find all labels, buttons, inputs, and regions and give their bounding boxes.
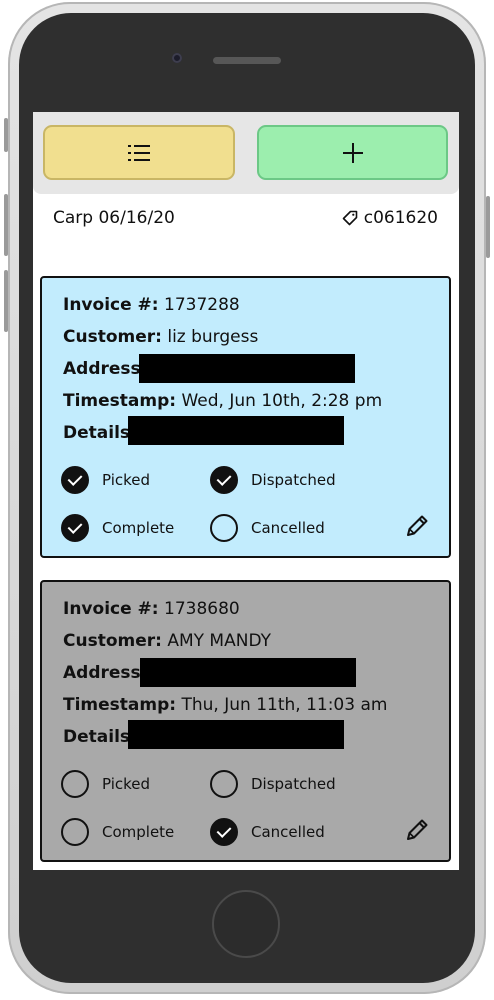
complete-radio[interactable]: Complete — [61, 818, 174, 846]
plus-icon — [342, 142, 363, 163]
timestamp-value: Wed, Jun 10th, 2:28 pm — [181, 391, 383, 411]
address-redacted — [140, 658, 356, 687]
earpiece-speaker — [213, 57, 281, 64]
invoice-number-row: Invoice #: 1737288 — [63, 295, 240, 315]
address-row: Address: — [63, 359, 147, 379]
complete-radio[interactable]: Complete — [61, 514, 174, 542]
volume-down-button — [4, 270, 8, 332]
address-redacted — [139, 354, 355, 383]
customer-name: AMY MANDY — [167, 631, 271, 651]
customer-row: Customer: liz burgess — [63, 327, 258, 347]
dispatched-radio[interactable]: Dispatched — [210, 770, 336, 798]
timestamp-row: Timestamp: Thu, Jun 11th, 11:03 am — [63, 695, 387, 715]
tag-icon — [342, 210, 358, 226]
complete-unchecked-icon — [61, 818, 89, 846]
details-redacted — [128, 416, 344, 445]
address-label: Address: — [63, 663, 148, 683]
invoice-number-row: Invoice #: 1738680 — [63, 599, 240, 619]
customer-row: Customer: AMY MANDY — [63, 631, 271, 651]
app-screen: Carp 06/16/20 c061620 Invoice #: 1737288… — [33, 112, 459, 870]
batch-tag[interactable]: c061620 — [342, 208, 438, 228]
picked-radio[interactable]: Picked — [61, 770, 150, 798]
cancelled-radio[interactable]: Cancelled — [210, 514, 325, 542]
picked-label: Picked — [102, 775, 151, 793]
complete-label: Complete — [102, 519, 175, 537]
address-label: Address: — [63, 359, 148, 379]
invoice-number: 1738680 — [164, 599, 240, 619]
customer-label: Customer: — [63, 631, 162, 651]
timestamp-label: Timestamp: — [63, 391, 177, 411]
list-icon — [128, 144, 150, 161]
complete-label: Complete — [102, 823, 175, 841]
invoice-number: 1737288 — [164, 295, 240, 315]
invoice-card[interactable]: Invoice #: 1737288 Customer: liz burgess… — [40, 276, 451, 558]
picked-checked-icon — [61, 466, 89, 494]
cancelled-unchecked-icon — [210, 514, 238, 542]
dispatched-checked-icon — [210, 466, 238, 494]
batch-title: Carp 06/16/20 — [53, 208, 175, 228]
details-label: Details: — [63, 423, 137, 443]
toolbar — [33, 112, 459, 194]
picked-label: Picked — [102, 471, 151, 489]
details-label: Details: — [63, 727, 137, 747]
add-invoice-button[interactable] — [257, 125, 448, 180]
details-row: Details: — [63, 423, 137, 443]
timestamp-label: Timestamp: — [63, 695, 177, 715]
invoice-card[interactable]: Invoice #: 1738680 Customer: AMY MANDY A… — [40, 580, 451, 862]
invoice-label: Invoice #: — [63, 599, 159, 619]
silent-switch — [4, 118, 8, 152]
customer-label: Customer: — [63, 327, 162, 347]
timestamp-row: Timestamp: Wed, Jun 10th, 2:28 pm — [63, 391, 382, 411]
picked-unchecked-icon — [61, 770, 89, 798]
dispatched-label: Dispatched — [251, 471, 336, 489]
home-button[interactable] — [212, 890, 280, 958]
cancelled-checked-icon — [210, 818, 238, 846]
customer-name: liz burgess — [167, 327, 259, 347]
batch-header: Carp 06/16/20 c061620 — [33, 208, 459, 230]
dispatched-radio[interactable]: Dispatched — [210, 466, 336, 494]
cancelled-label: Cancelled — [251, 823, 325, 841]
details-redacted — [128, 720, 344, 749]
dispatched-unchecked-icon — [210, 770, 238, 798]
cancelled-radio[interactable]: Cancelled — [210, 818, 325, 846]
picked-radio[interactable]: Picked — [61, 466, 150, 494]
details-row: Details: — [63, 727, 137, 747]
volume-up-button — [4, 194, 8, 256]
pencil-icon[interactable] — [404, 817, 430, 843]
power-button — [486, 196, 490, 258]
invoice-label: Invoice #: — [63, 295, 159, 315]
cancelled-label: Cancelled — [251, 519, 325, 537]
pencil-icon[interactable] — [404, 513, 430, 539]
list-view-button[interactable] — [43, 125, 235, 180]
address-row: Address: — [63, 663, 147, 683]
complete-checked-icon — [61, 514, 89, 542]
dispatched-label: Dispatched — [251, 775, 336, 793]
front-camera — [172, 53, 182, 63]
batch-tag-code: c061620 — [363, 208, 438, 228]
timestamp-value: Thu, Jun 11th, 11:03 am — [181, 695, 388, 715]
